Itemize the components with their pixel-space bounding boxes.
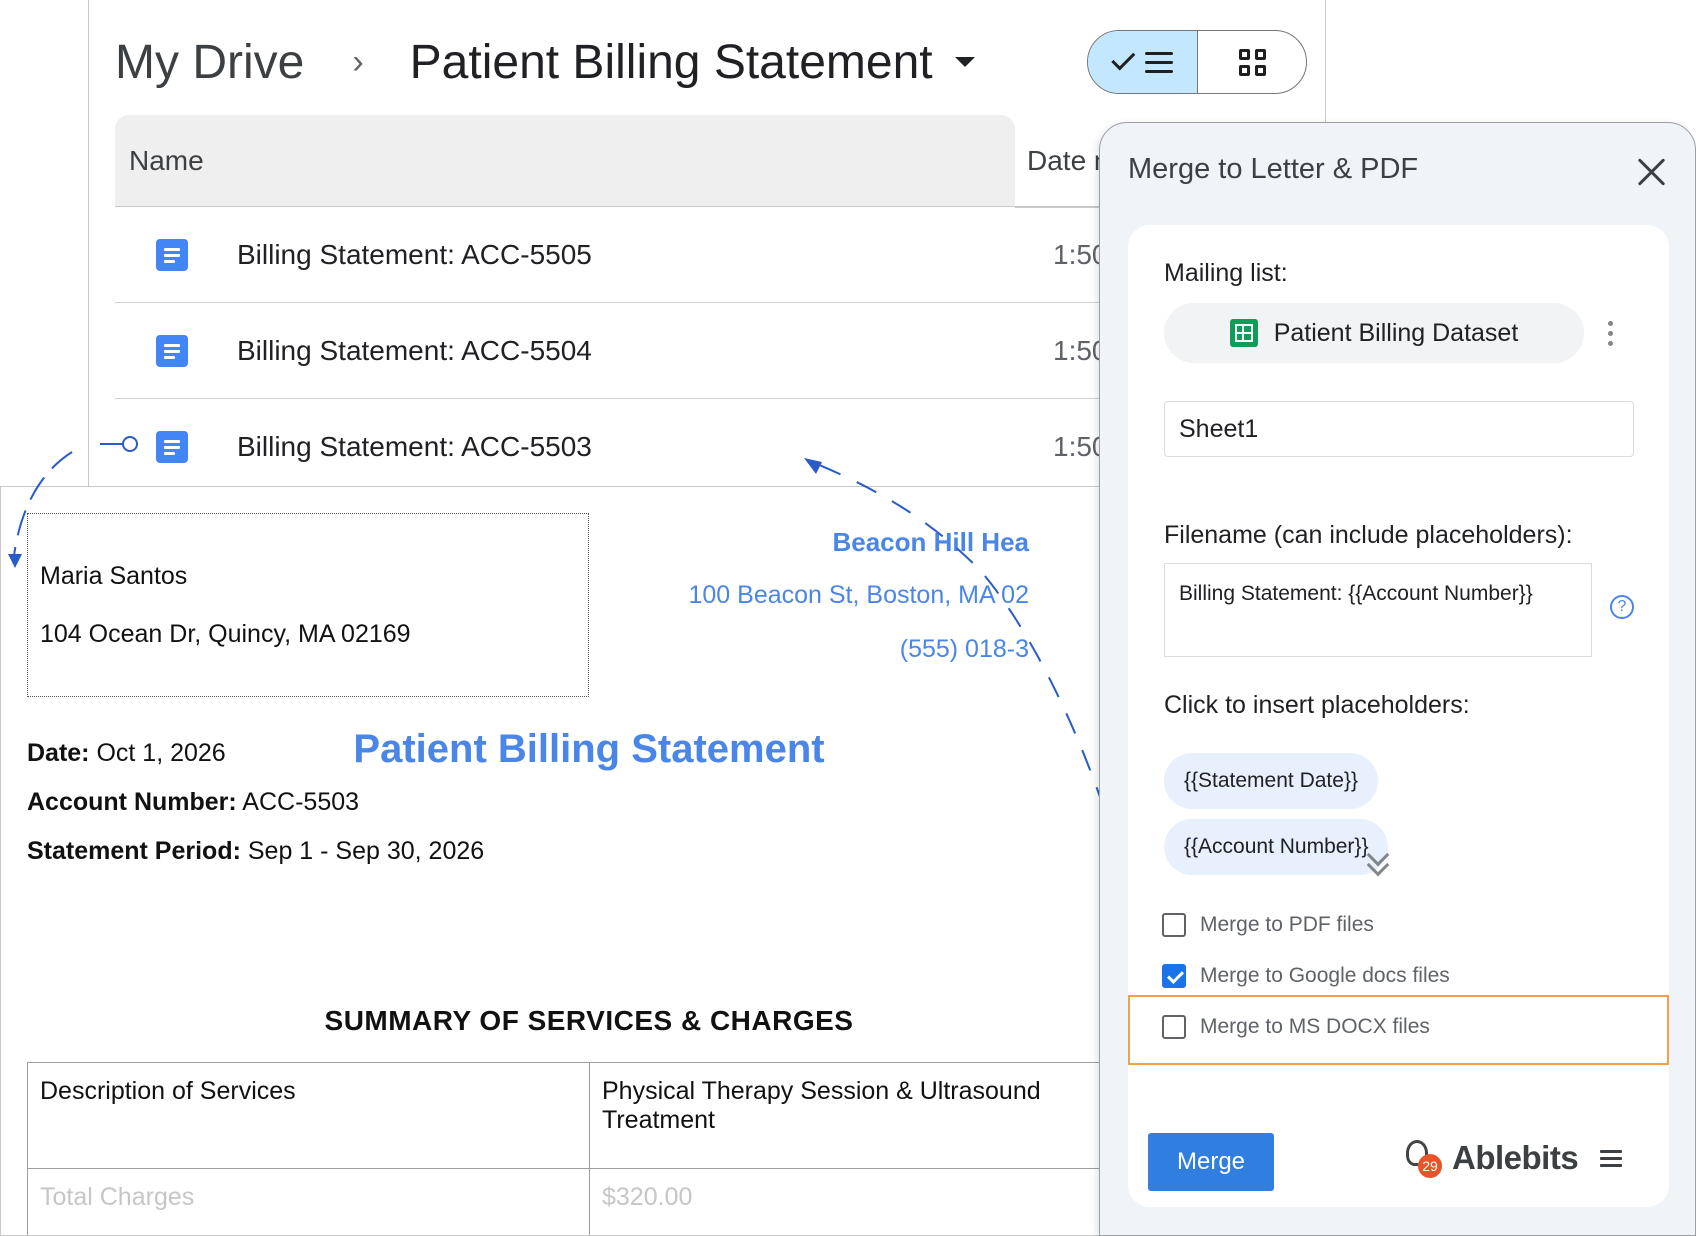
placeholder-chip-account-number[interactable]: {{Account Number}} [1164, 819, 1389, 875]
merge-to-docx-label: Merge to MS DOCX files [1200, 1015, 1430, 1038]
breadcrumb: My Drive › Patient Billing Statement [115, 30, 975, 94]
breadcrumb-my-drive[interactable]: My Drive [115, 35, 304, 90]
google-sheets-icon [1229, 319, 1258, 347]
section-title: SUMMARY OF SERVICES & CHARGES [324, 1005, 854, 1036]
organization-phone: (555) 018-3 [899, 635, 1029, 663]
recipient-address: 104 Ocean Dr, Quincy, MA 02169 [40, 620, 411, 648]
list-view-button[interactable] [1088, 31, 1198, 93]
merge-to-google-docs-checkbox[interactable] [1162, 964, 1186, 988]
google-doc-icon [156, 431, 188, 463]
file-name: Billing Statement: ACC-5503 [237, 431, 592, 462]
document-preview: Maria Santos 104 Ocean Dr, Quincy, MA 02… [0, 486, 1110, 1236]
statement-period-label: Statement Period: [27, 837, 241, 865]
statement-period: Statement Period: Sep 1 - Sep 30, 2026 [27, 837, 484, 866]
merge-to-docx-option[interactable]: Merge to MS DOCX files [1162, 1007, 1430, 1047]
sheet-select[interactable] [1164, 401, 1634, 457]
breadcrumb-chevron-icon: › [352, 42, 364, 81]
table-row: Total Charges $320.00 [27, 1168, 1109, 1235]
table-cell-value: $320.00 [589, 1168, 1109, 1235]
mailing-list-chip[interactable]: Patient Billing Dataset [1164, 303, 1584, 363]
table-cell-label: Total Charges [27, 1168, 590, 1235]
recipient-address-box: Maria Santos 104 Ocean Dr, Quincy, MA 02… [27, 513, 589, 697]
mailing-list-name: Patient Billing Dataset [1273, 318, 1519, 347]
panel-card: Mailing list: Patient Billing Dataset Fi… [1128, 225, 1669, 1207]
google-doc-icon [156, 238, 188, 271]
statement-period-value: Sep 1 - Sep 30, 2026 [240, 837, 485, 865]
merge-button[interactable]: Merge [1148, 1133, 1274, 1191]
table-cell-label: Description of Services [27, 1062, 590, 1169]
ablebits-brand: 29 Ablebits [1404, 1139, 1623, 1178]
merge-addon-panel: Merge to Letter & PDF Mailing list: Pati… [1099, 122, 1696, 1236]
account-number: Account Number: ACC-5503 [27, 788, 359, 817]
table-row: Description of Services Physical Therapy… [27, 1062, 1109, 1169]
file-name: Billing Statement: ACC-5505 [237, 238, 592, 270]
expand-more-icon[interactable] [1366, 843, 1392, 877]
statement-date-label: Date: [27, 739, 90, 767]
breadcrumb-current-folder[interactable]: Patient Billing Statement [410, 35, 933, 90]
organization-name: Beacon Hill Hea [832, 527, 1029, 557]
more-options-icon[interactable] [1608, 321, 1614, 346]
ablebits-logo-icon: 29 [1404, 1140, 1442, 1178]
grid-view-button[interactable] [1198, 31, 1306, 93]
account-number-label: Account Number: [27, 788, 237, 816]
panel-title: Merge to Letter & PDF [1128, 153, 1419, 185]
list-view-icon [1144, 51, 1173, 73]
help-icon[interactable]: ? [1610, 595, 1634, 619]
checkmark-icon [1110, 46, 1135, 71]
recipient-name: Maria Santos [40, 562, 188, 590]
menu-icon[interactable] [1600, 1149, 1623, 1167]
account-number-value: ACC-5503 [236, 788, 360, 816]
mailing-list-label: Mailing list: [1164, 259, 1288, 287]
file-name: Billing Statement: ACC-5504 [237, 334, 592, 366]
google-doc-icon [156, 334, 188, 367]
notification-badge: 29 [1418, 1154, 1442, 1178]
brand-name: Ablebits [1452, 1139, 1579, 1176]
placeholder-chip-statement-date[interactable]: {{Statement Date}} [1164, 753, 1378, 809]
merge-to-pdf-label: Merge to PDF files [1200, 913, 1374, 936]
merge-to-pdf-checkbox[interactable] [1162, 913, 1186, 937]
grid-view-icon [1238, 48, 1266, 76]
statement-date-value: Oct 1, 2026 [89, 739, 226, 767]
placeholders-label: Click to insert placeholders: [1164, 691, 1470, 719]
folder-dropdown-caret-icon[interactable] [954, 57, 975, 67]
column-header-name[interactable]: Name [115, 115, 1015, 207]
services-table: Description of Services Physical Therapy… [27, 1062, 1109, 1235]
merge-to-google-docs-label: Merge to Google docs files [1200, 964, 1450, 987]
close-icon[interactable] [1637, 157, 1667, 187]
filename-field[interactable]: Billing Statement: {{Account Number}} [1164, 563, 1592, 657]
organization-address: 100 Beacon St, Boston, MA 02 [688, 581, 1029, 609]
merge-to-pdf-option[interactable]: Merge to PDF files [1162, 905, 1374, 945]
statement-date: Date: Oct 1, 2026 [27, 739, 226, 768]
table-cell-value: Physical Therapy Session & Ultrasound Tr… [589, 1062, 1109, 1169]
filename-label: Filename (can include placeholders): [1164, 521, 1573, 549]
view-toggle [1087, 30, 1307, 94]
merge-to-docx-checkbox[interactable] [1162, 1015, 1186, 1039]
merge-to-google-docs-option[interactable]: Merge to Google docs files [1162, 956, 1450, 996]
